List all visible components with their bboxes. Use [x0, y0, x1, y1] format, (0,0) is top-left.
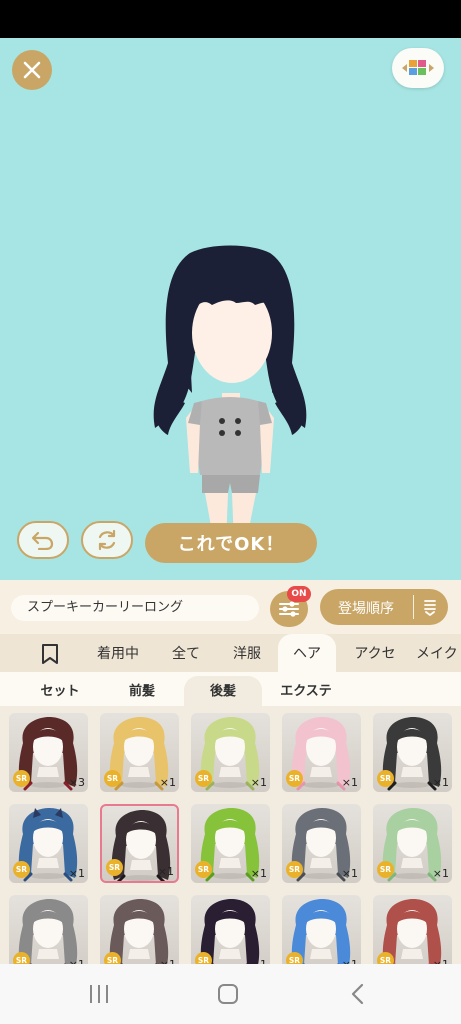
item-count: ×1	[341, 776, 358, 789]
hair-item-card[interactable]: SR×1	[191, 895, 270, 964]
tab-hair[interactable]: ヘア	[278, 634, 336, 672]
item-count: ×1	[250, 776, 267, 789]
hair-item-card[interactable]: SR×1	[100, 895, 179, 964]
rarity-badge: SR	[377, 770, 394, 787]
system-nav-bar	[0, 964, 461, 1024]
hair-item-card[interactable]: SR ×1	[373, 804, 452, 883]
item-count: ×1	[68, 867, 85, 880]
bookmark-icon[interactable]	[40, 643, 60, 665]
rarity-badge: SR	[104, 770, 121, 787]
item-count: ×1	[341, 867, 358, 880]
item-count: ×1	[250, 867, 267, 880]
rarity-badge: SR	[195, 861, 212, 878]
filter-on-badge: ON	[287, 586, 311, 602]
subtab-front-hair[interactable]: 前髪	[104, 676, 180, 706]
sort-label: 登場順序	[338, 601, 394, 617]
sort-divider	[413, 595, 414, 619]
undo-button[interactable]	[17, 521, 69, 559]
rarity-badge: SR	[286, 861, 303, 878]
rarity-badge: SR	[106, 859, 123, 876]
hair-item-card[interactable]: SR ×1	[100, 804, 179, 883]
sliders-icon	[279, 601, 299, 617]
hair-item-card[interactable]: SR×1	[282, 895, 361, 964]
category-tabs: 着用中 全て 洋服 ヘア アクセ メイク	[0, 634, 461, 672]
item-count: ×1	[432, 776, 449, 789]
tab-accessories[interactable]: アクセ	[344, 634, 406, 672]
subtab-extensions[interactable]: エクステ	[268, 676, 344, 706]
search-bar: スプーキーカーリーロング ON 登場順序	[0, 580, 461, 634]
rarity-badge: SR	[286, 770, 303, 787]
close-button[interactable]	[12, 50, 52, 90]
hair-item-card[interactable]: SR ×1	[191, 713, 270, 792]
background-select-button[interactable]	[392, 48, 444, 88]
rarity-badge: SR	[195, 952, 212, 964]
sort-order-button[interactable]: 登場順序	[320, 589, 448, 625]
item-count: ×1	[432, 867, 449, 880]
rarity-badge: SR	[377, 861, 394, 878]
refresh-icon	[98, 529, 116, 551]
avatar-stage: これでOK！	[0, 38, 461, 580]
hair-item-card[interactable]: SR×1	[9, 895, 88, 964]
hair-item-card[interactable]: SR ×3	[9, 713, 88, 792]
item-name-field[interactable]: スプーキーカーリーロング	[11, 595, 259, 621]
tab-makeup[interactable]: メイク	[416, 634, 461, 672]
avatar-character	[153, 245, 307, 551]
rarity-badge: SR	[286, 952, 303, 964]
rarity-badge: SR	[195, 770, 212, 787]
hair-item-card[interactable]: SR ×1	[282, 713, 361, 792]
undo-icon	[31, 531, 54, 550]
hair-item-card[interactable]: SR×1	[373, 895, 452, 964]
rarity-badge: SR	[377, 952, 394, 964]
item-count: ×1	[157, 865, 174, 878]
hair-item-card[interactable]: SR ×1	[373, 713, 452, 792]
home-icon[interactable]	[217, 982, 239, 1006]
hair-subtabs: セット 前髪 後髪 エクステ	[0, 672, 461, 706]
confirm-ok-button[interactable]: これでOK！	[145, 523, 317, 563]
close-icon	[23, 61, 41, 79]
hair-item-card[interactable]: SR ×1	[191, 804, 270, 883]
hair-item-card[interactable]: SR ×1	[282, 804, 361, 883]
subtab-set[interactable]: セット	[22, 676, 98, 706]
status-bar	[0, 0, 461, 38]
item-count: ×3	[68, 776, 85, 789]
rarity-badge: SR	[13, 952, 30, 964]
subtab-back-hair[interactable]: 後髪	[184, 676, 262, 706]
hair-item-card[interactable]: SR ×1	[9, 804, 88, 883]
tab-clothes[interactable]: 洋服	[222, 634, 272, 672]
sort-descending-icon[interactable]	[422, 597, 438, 617]
item-count: ×1	[159, 776, 176, 789]
rarity-badge: SR	[104, 952, 121, 964]
reset-button[interactable]	[81, 521, 133, 559]
color-palette-icon	[402, 60, 434, 75]
recent-apps-icon[interactable]	[88, 982, 110, 1006]
tab-wearing[interactable]: 着用中	[86, 634, 150, 672]
rarity-badge: SR	[13, 770, 30, 787]
back-icon[interactable]	[347, 982, 369, 1006]
item-grid: SR ×3 SR ×1 SR ×1 SR ×1 SR ×1 SR ×1 SR ×1 SR ×1 SR ×1 SR ×1…	[0, 706, 461, 964]
rarity-badge: SR	[13, 861, 30, 878]
tab-all[interactable]: 全て	[160, 634, 212, 672]
hair-item-card[interactable]: SR ×1	[100, 713, 179, 792]
